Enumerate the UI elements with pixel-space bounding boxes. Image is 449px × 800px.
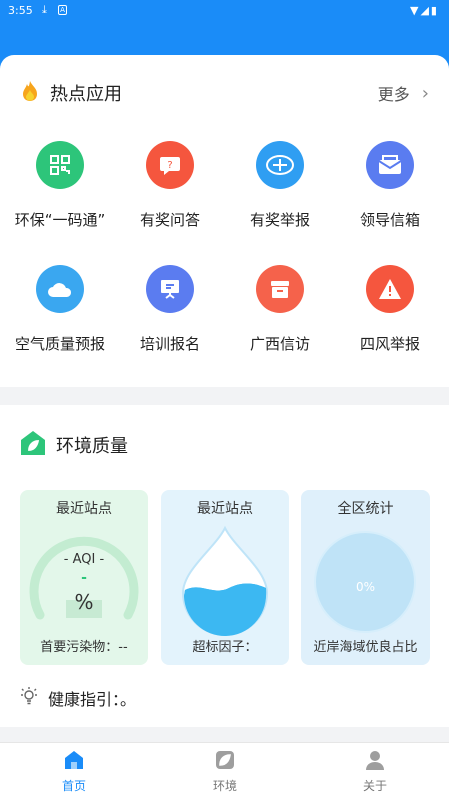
home-icon xyxy=(65,751,83,769)
health-guide-label: 健康指引：。 xyxy=(48,690,137,709)
water-station-panel[interactable]: 最近站点 超标因子： xyxy=(161,490,289,665)
app-label: 培训报名 xyxy=(139,335,200,353)
question-chat-icon: ? xyxy=(146,141,194,189)
primary-pollutant: 首要污染物：-- xyxy=(40,640,128,655)
coastal-ratio-label: 近岸海域优良占比 xyxy=(313,640,418,655)
app-item-guangxi-petition[interactable]: 广西信访 xyxy=(224,265,336,354)
app-item-four-winds-report[interactable]: 四风举报 xyxy=(334,265,446,354)
leaf-icon xyxy=(216,751,234,769)
tab-about[interactable]: 关于 xyxy=(325,749,425,794)
more-label: 更多 xyxy=(377,85,410,104)
warning-triangle-icon xyxy=(366,265,414,313)
app-item-training-signup[interactable]: 培训报名 xyxy=(114,265,226,354)
health-guide: 健康指引：。 xyxy=(20,686,136,710)
aqi-panel[interactable]: 最近站点 - AQI - - % 首要污染物：-- xyxy=(20,490,148,665)
presentation-board-icon xyxy=(146,265,194,313)
app-label: 领导信箱 xyxy=(359,211,420,229)
app-label: 有奖问答 xyxy=(139,211,200,229)
app-item-quiz[interactable]: ? 有奖问答 xyxy=(114,141,226,230)
app-label: 有奖举报 xyxy=(249,211,310,229)
app-item-reward-report[interactable]: 有奖举报 xyxy=(224,141,336,230)
signal-battery-icons: ▼◢▮ xyxy=(410,4,439,17)
download-icon: ⤓ xyxy=(42,3,47,16)
chevron-right-icon: › xyxy=(421,82,429,104)
svg-text:?: ? xyxy=(167,160,172,171)
app-item-air-forecast[interactable]: 空气质量预报 xyxy=(4,265,116,354)
water-drop-icon xyxy=(181,525,269,636)
environment-title: 环境质量 xyxy=(56,436,128,457)
bottom-tab-bar: 首页 环境 关于 xyxy=(0,742,449,800)
tab-home[interactable]: 首页 xyxy=(24,749,124,794)
status-time: 3:55 xyxy=(8,4,33,17)
mailbox-icon xyxy=(366,141,414,189)
tab-home-label: 首页 xyxy=(61,779,86,793)
app-item-leader-mailbox[interactable]: 领导信箱 xyxy=(334,141,446,230)
person-icon xyxy=(366,751,384,770)
aqi-panel-title: 最近站点 xyxy=(56,501,112,517)
app-item-eco-code[interactable]: 环保“一码通” xyxy=(4,141,116,230)
qr-code-icon xyxy=(36,141,84,189)
region-stats-panel[interactable]: 全区统计 0% 近岸海域优良占比 xyxy=(301,490,430,665)
report-badge-icon xyxy=(256,141,304,189)
tab-about-label: 关于 xyxy=(362,779,387,793)
hot-apps-header: 热点应用 xyxy=(20,81,122,105)
more-link[interactable]: 更多 › xyxy=(378,81,429,105)
tab-environment[interactable]: 环境 xyxy=(175,749,275,794)
aqi-value: - xyxy=(81,570,87,586)
flame-icon xyxy=(20,80,40,106)
app-label: 四风举报 xyxy=(359,335,420,353)
notification-icon: A xyxy=(58,5,67,15)
coastal-percent: 0% xyxy=(355,580,376,594)
app-label: 空气质量预报 xyxy=(14,335,105,353)
tab-environment-label: 环境 xyxy=(212,779,237,793)
archive-box-icon xyxy=(256,265,304,313)
exceed-factor: 超标因子： xyxy=(192,640,258,655)
green-house-icon xyxy=(20,430,46,460)
app-label: 环保“一码通” xyxy=(14,211,106,229)
app-label: 广西信访 xyxy=(249,335,310,353)
region-panel-title: 全区统计 xyxy=(337,501,394,517)
environment-header: 环境质量 xyxy=(20,430,128,460)
lightbulb-icon xyxy=(20,686,38,710)
aqi-unit: % xyxy=(74,590,94,614)
hot-apps-title: 热点应用 xyxy=(50,84,122,105)
status-bar: 3:55 ⤓ A ▼◢▮ xyxy=(0,0,449,24)
aqi-label: - AQI - xyxy=(63,552,105,567)
cloud-icon xyxy=(36,265,84,313)
water-panel-title: 最近站点 xyxy=(197,501,253,517)
